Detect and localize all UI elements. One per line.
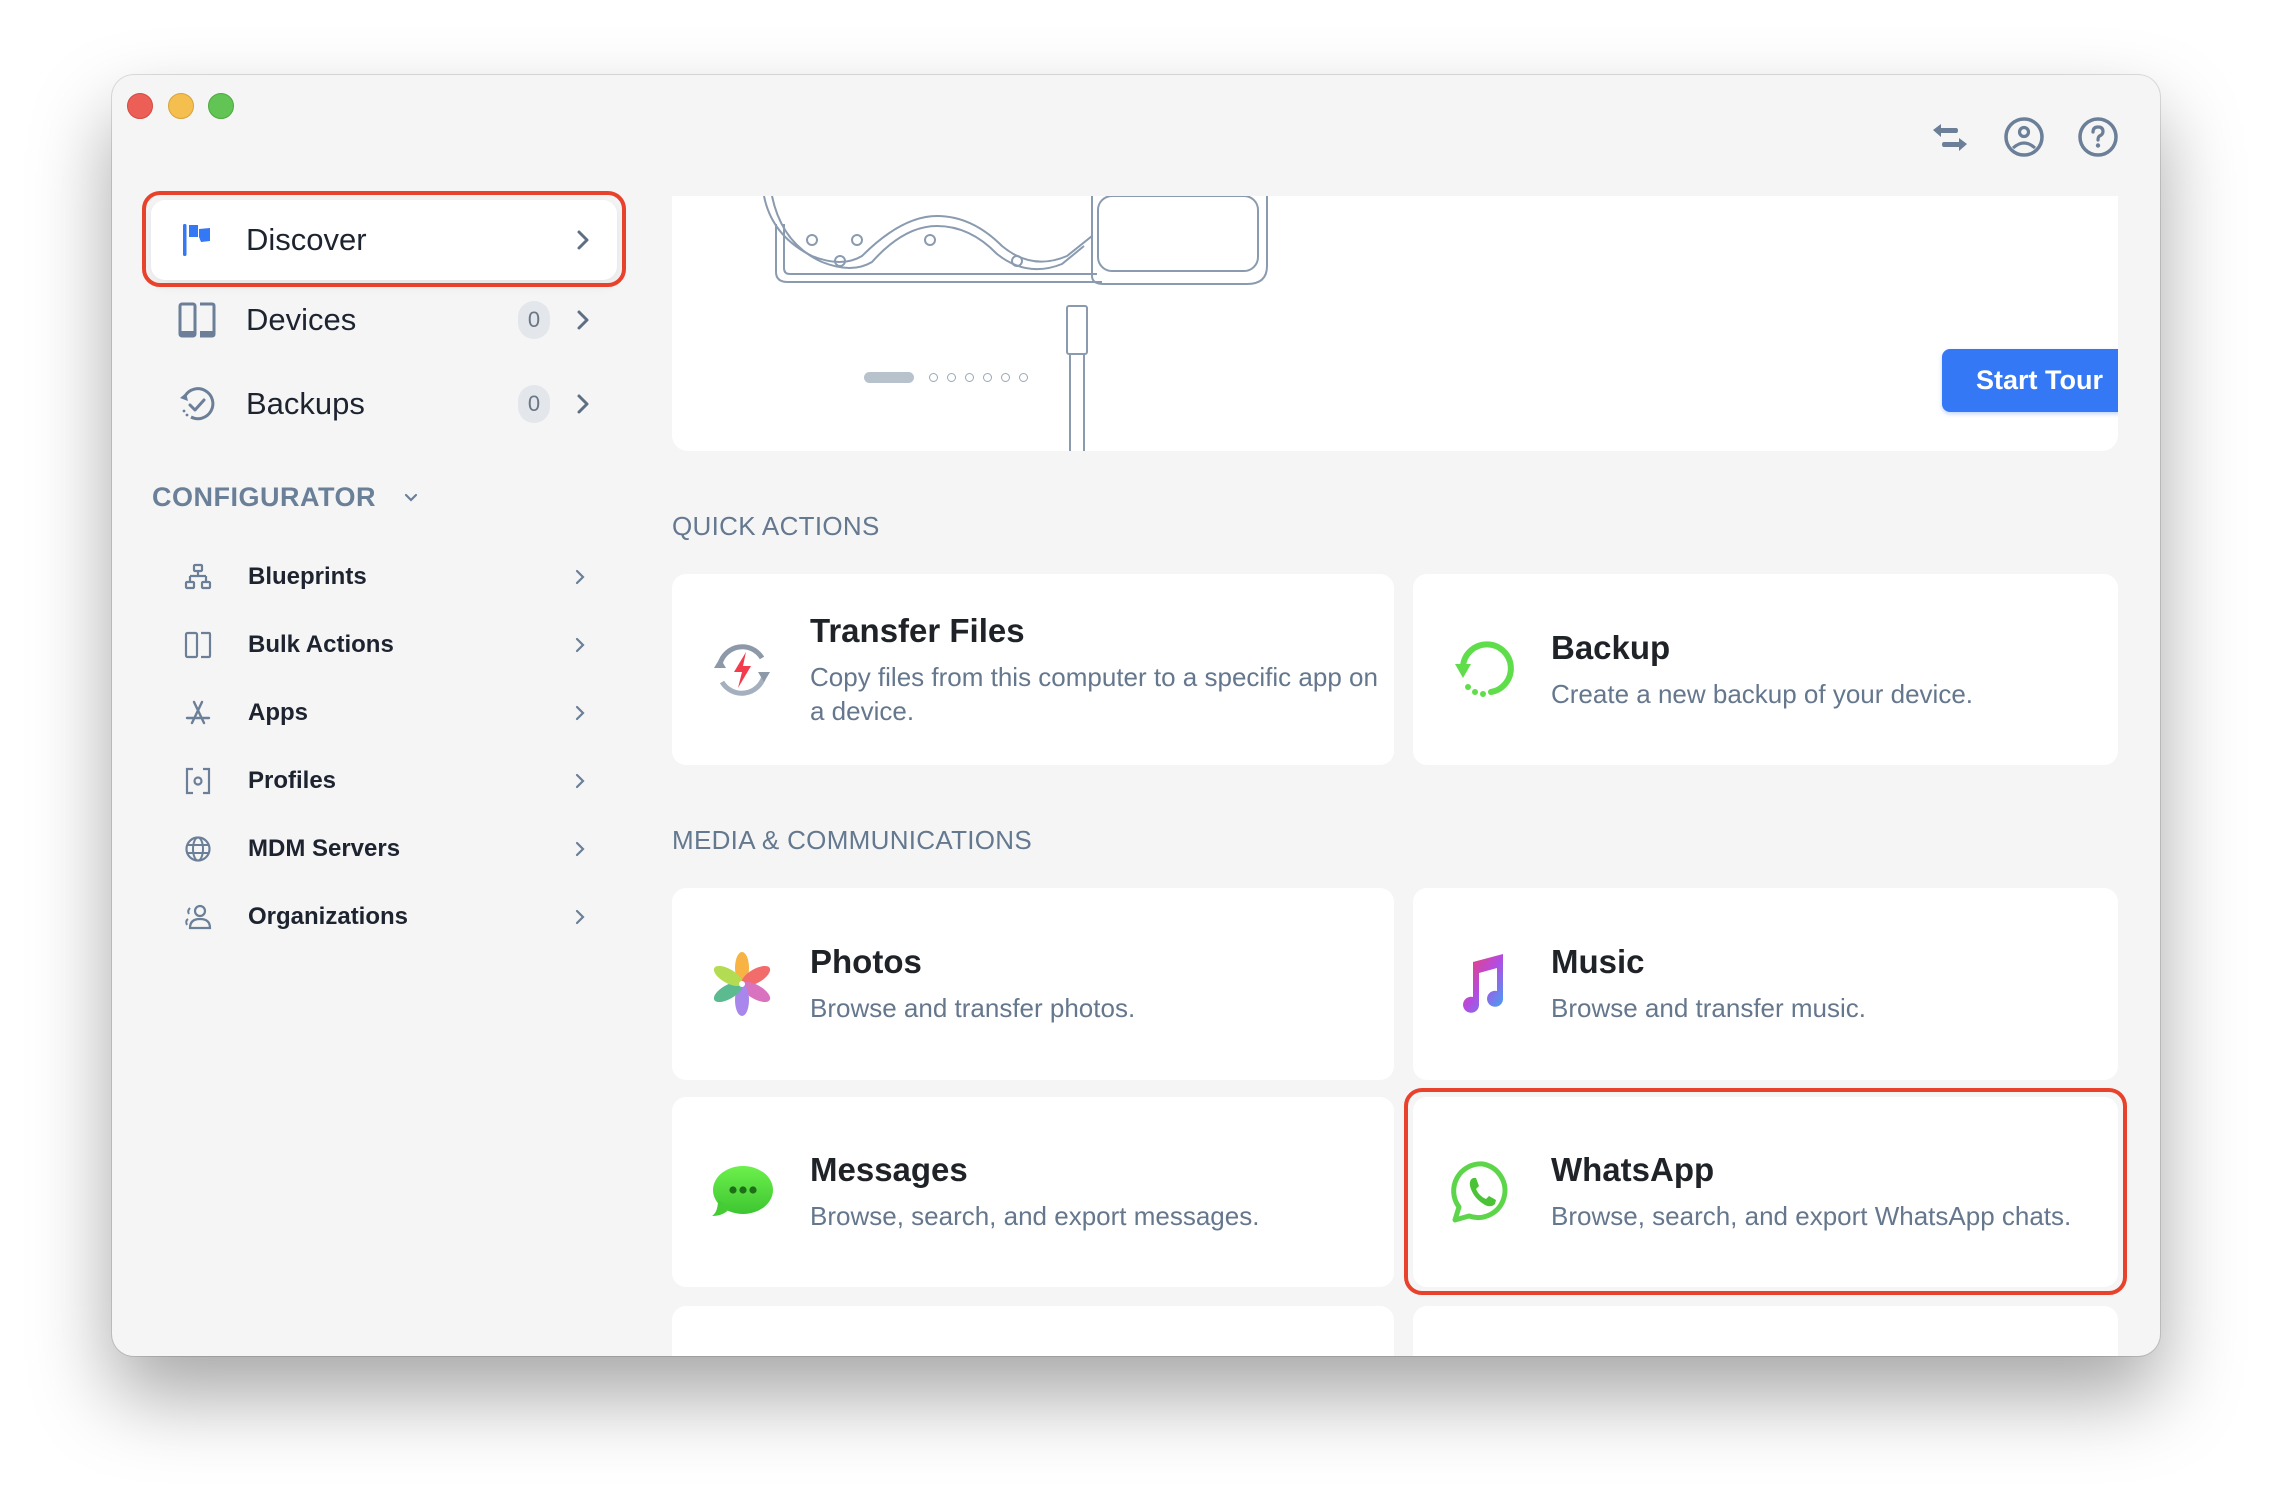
chevron-right-icon — [575, 841, 585, 857]
sidebar-item-label: Bulk Actions — [248, 631, 394, 658]
chevron-right-icon — [575, 637, 585, 653]
card-description: Browse and transfer music. — [1551, 993, 1867, 1023]
sidebar-item-devices[interactable]: Devices 0 — [151, 280, 617, 360]
sidebar-item-mdm-servers[interactable]: MDM Servers — [182, 823, 632, 875]
toolbar — [1928, 115, 2120, 159]
zoom-window-button[interactable] — [208, 93, 234, 119]
messages-icon — [702, 1152, 782, 1232]
chevron-right-icon — [575, 909, 585, 925]
device-illustration — [763, 196, 1268, 451]
backup-clock-icon — [177, 384, 217, 424]
profile-gear-icon — [182, 765, 214, 797]
backup-icon — [1443, 630, 1523, 710]
devices-count-badge: 0 — [518, 301, 550, 339]
sidebar-item-bulk-actions[interactable]: Bulk Actions — [182, 619, 632, 671]
app-window: Discover Devices 0 Backups 0 CONFIGURATO… — [112, 75, 2160, 1356]
music-icon — [1443, 944, 1523, 1024]
card-title: Backup — [1551, 628, 1671, 666]
chevron-right-icon — [577, 394, 589, 414]
carousel-dot[interactable] — [965, 373, 974, 382]
card-title: Photos — [810, 943, 922, 980]
card-description: Copy files from this computer to a speci… — [810, 661, 1378, 726]
sidebar-item-discover[interactable]: Discover — [151, 200, 617, 280]
card-photos[interactable]: Photos Browse and transfer photos. — [672, 888, 1394, 1080]
devices-icon — [182, 629, 214, 661]
configurator-section-toggle[interactable]: CONFIGURATOR — [152, 482, 418, 513]
chevron-right-icon — [575, 569, 585, 585]
card-description: Create a new backup of your device. — [1551, 678, 1974, 709]
sidebar-item-blueprints[interactable]: Blueprints — [182, 551, 632, 603]
quick-actions-heading: QUICK ACTIONS — [672, 511, 880, 541]
photos-icon — [702, 944, 782, 1024]
carousel-dot[interactable] — [983, 373, 992, 382]
chevron-right-icon — [577, 230, 589, 250]
card-backup[interactable]: Backup Create a new backup of your devic… — [1413, 574, 2118, 765]
configurator-title: CONFIGURATOR — [152, 482, 376, 512]
media-communications-heading: MEDIA & COMMUNICATIONS — [672, 825, 1033, 855]
devices-icon — [177, 300, 217, 340]
chevron-right-icon — [575, 705, 585, 721]
card-partial[interactable] — [1413, 1306, 2118, 1356]
flag-icon — [177, 220, 217, 260]
card-title: Music — [1551, 943, 1645, 980]
sidebar-item-apps[interactable]: Apps — [182, 687, 632, 739]
chevron-right-icon — [575, 773, 585, 789]
sidebar-item-organizations[interactable]: Organizations — [182, 891, 632, 943]
card-transfer-files[interactable]: Transfer Files Copy files from this comp… — [672, 574, 1394, 765]
card-title: WhatsApp — [1551, 1151, 1715, 1188]
sidebar-item-label: Devices — [246, 302, 357, 337]
card-title: Transfer Files — [810, 611, 1025, 649]
carousel-dot[interactable] — [929, 373, 938, 382]
tour-hero-banner: Start Tour — [672, 196, 2118, 451]
card-description: Browse and transfer photos. — [810, 993, 1136, 1023]
people-icon — [182, 901, 214, 933]
sidebar-item-backups[interactable]: Backups 0 — [151, 364, 617, 444]
sidebar-item-label: Profiles — [248, 767, 337, 794]
carousel-indicator — [864, 372, 1028, 383]
minimize-window-button[interactable] — [168, 93, 194, 119]
carousel-dot[interactable] — [1019, 373, 1028, 382]
sidebar-item-label: Apps — [248, 699, 308, 726]
carousel-dot[interactable] — [947, 373, 956, 382]
card-title: Messages — [810, 1151, 968, 1188]
carousel-dot-active[interactable] — [864, 372, 914, 383]
whatsapp-icon — [1443, 1152, 1523, 1232]
card-description: Browse, search, and export WhatsApp chat… — [1551, 1201, 2072, 1231]
sidebar-item-label: Blueprints — [248, 563, 367, 590]
card-music[interactable]: Music Browse and transfer music. — [1413, 888, 2118, 1080]
sidebar-item-label: Organizations — [248, 903, 409, 930]
start-tour-button[interactable]: Start Tour — [1942, 349, 2118, 412]
account-icon[interactable] — [2002, 115, 2046, 159]
card-messages[interactable]: Messages Browse, search, and export mess… — [672, 1097, 1394, 1287]
card-partial[interactable] — [672, 1306, 1394, 1356]
card-whatsapp[interactable]: WhatsApp Browse, search, and export What… — [1413, 1097, 2118, 1287]
close-window-button[interactable] — [127, 93, 153, 119]
sidebar-item-label: Backups — [246, 386, 365, 421]
chevron-right-icon — [577, 310, 589, 330]
backups-count-badge: 0 — [518, 385, 550, 423]
help-icon[interactable] — [2076, 115, 2120, 159]
sidebar-item-label: Discover — [246, 222, 367, 257]
sidebar-item-profiles[interactable]: Profiles — [182, 755, 632, 807]
sidebar-item-label: MDM Servers — [248, 835, 401, 862]
start-tour-label: Start Tour — [1976, 365, 2103, 395]
transfer-arrows-icon[interactable] — [1928, 115, 1972, 159]
chevron-down-icon — [404, 493, 418, 502]
transfer-lightning-icon — [702, 630, 782, 710]
card-description: Browse, search, and export messages. — [810, 1201, 1260, 1231]
globe-icon — [182, 833, 214, 865]
hierarchy-icon — [182, 561, 214, 593]
app-store-icon — [182, 697, 214, 729]
carousel-dot[interactable] — [1001, 373, 1010, 382]
